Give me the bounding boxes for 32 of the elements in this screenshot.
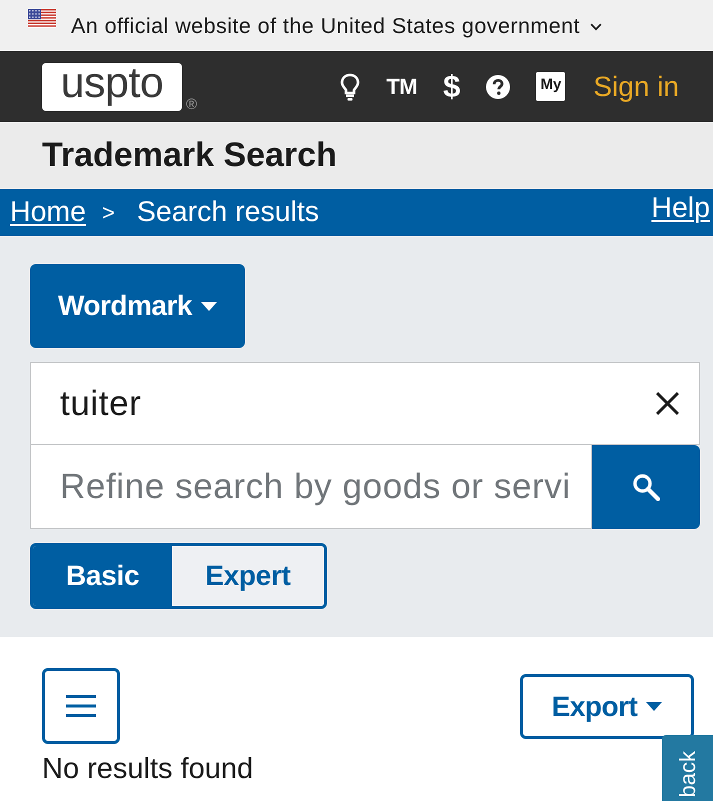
search-icon <box>632 473 660 501</box>
mode-tab[interactable]: Expert <box>172 546 324 606</box>
menu-icon <box>66 695 96 717</box>
help-link[interactable]: Help <box>651 192 710 225</box>
page-title: Trademark Search <box>42 136 337 174</box>
sign-in-link[interactable]: Sign in <box>593 72 679 100</box>
feedback-tab[interactable]: back <box>662 735 713 801</box>
breadcrumb-current: Search results <box>136 196 320 229</box>
home-link[interactable]: Home <box>10 196 86 229</box>
clear-button[interactable] <box>655 391 680 416</box>
close-icon <box>655 391 680 416</box>
mode-tab[interactable]: Basic <box>33 546 172 606</box>
my-account-link[interactable]: My <box>536 72 566 101</box>
no-results-message: No results found <box>42 752 254 786</box>
menu-button[interactable] <box>42 668 120 744</box>
trademark-link[interactable]: TM <box>386 76 418 98</box>
caret-icon <box>200 302 217 310</box>
flag-icon <box>28 9 56 28</box>
lightbulb-icon[interactable] <box>340 72 360 100</box>
breadcrumb-separator: > <box>102 200 115 226</box>
caret-icon <box>646 702 662 711</box>
export-dropdown[interactable]: Export <box>520 674 694 739</box>
search-field[interactable]: tuiter <box>30 362 700 445</box>
dollar-link[interactable]: $ <box>443 71 460 102</box>
search-button[interactable] <box>592 445 700 529</box>
site-logo[interactable]: uspto <box>42 62 182 110</box>
registered-mark: ® <box>186 96 198 112</box>
help-icon[interactable] <box>486 74 510 98</box>
chevron-icon[interactable] <box>590 22 602 30</box>
banner-text: An official website of the United States government <box>71 14 580 38</box>
search-type-dropdown[interactable]: Wordmark <box>30 264 245 348</box>
refine-field[interactable]: Refine search by goods or servi <box>30 445 592 529</box>
